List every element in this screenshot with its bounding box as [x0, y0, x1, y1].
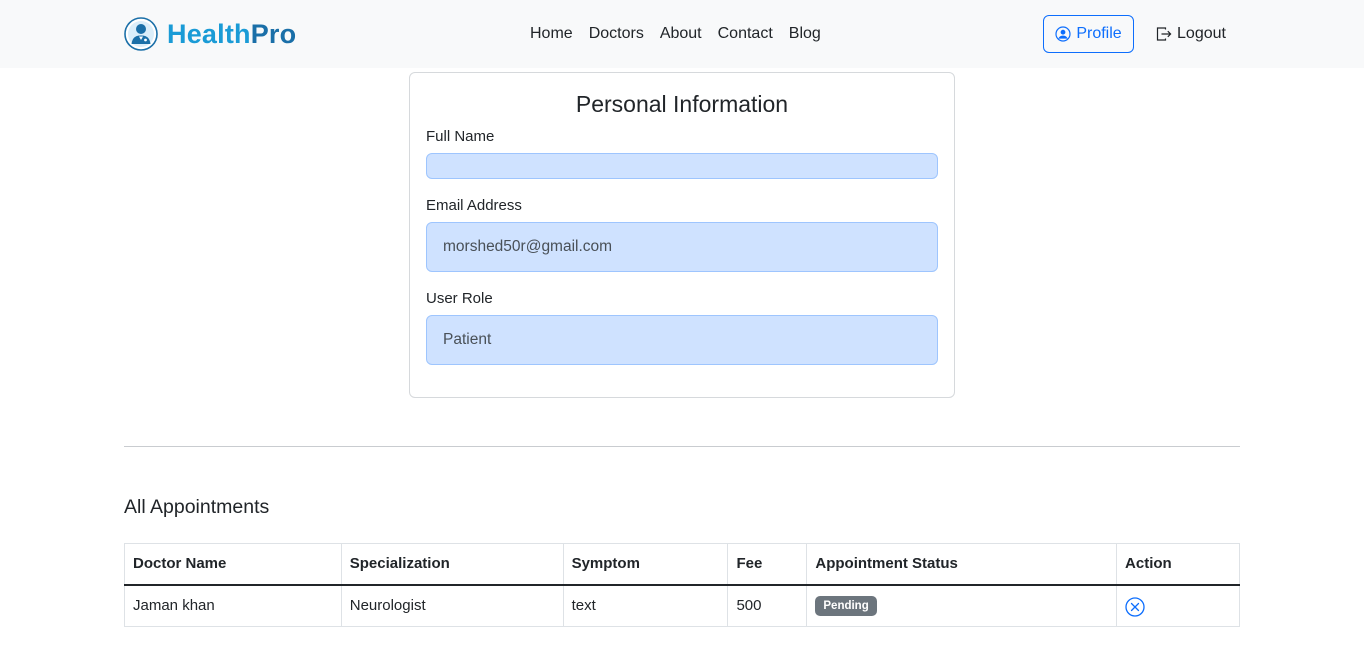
email-label: Email Address — [426, 197, 522, 214]
nav-link-doctors[interactable]: Doctors — [581, 22, 652, 46]
full-name-label: Full Name — [426, 128, 495, 145]
cancel-circle-icon[interactable] — [1125, 597, 1145, 617]
profile-button[interactable]: Profile — [1043, 15, 1134, 53]
nav-link-about[interactable]: About — [652, 22, 710, 46]
doctor-avatar-icon — [124, 17, 158, 51]
cell-doctor-name: Jaman khan — [124, 584, 342, 627]
cell-specialization: Neurologist — [340, 584, 564, 627]
logout-button-label: Logout — [1177, 25, 1226, 42]
personal-info-title: Personal Information — [575, 91, 789, 117]
user-role-field[interactable] — [426, 315, 938, 365]
column-header-specialization: Specialization — [340, 543, 564, 586]
nav-link-home[interactable]: Home — [522, 22, 581, 46]
nav-link-contact[interactable]: Contact — [710, 22, 781, 46]
user-circle-icon — [1055, 26, 1071, 42]
cell-status: Pending — [806, 584, 1118, 627]
nav-links: Home Doctors About Contact Blog — [522, 22, 829, 46]
full-name-field[interactable] — [426, 153, 938, 179]
column-header-doctor-name: Doctor Name — [124, 543, 342, 586]
profile-button-label: Profile — [1076, 25, 1122, 42]
table-header-row: Doctor Name Specialization Symptom Fee A… — [124, 543, 1240, 586]
column-header-symptom: Symptom — [562, 543, 729, 586]
personal-info-card: Personal Information Full Name Email Add… — [409, 72, 955, 398]
column-header-action: Action — [1116, 543, 1240, 586]
brand-name: HealthPro — [167, 18, 297, 49]
appointments-table: Doctor Name Specialization Symptom Fee A… — [124, 543, 1240, 627]
navbar: HealthPro Home Doctors About Contact Blo… — [0, 0, 1364, 68]
cell-fee: 500 — [727, 584, 808, 627]
column-header-fee: Fee — [727, 543, 808, 586]
user-role-label: User Role — [426, 290, 493, 307]
appointments-title: All Appointments — [124, 496, 270, 518]
cell-symptom: text — [562, 584, 729, 627]
status-badge: Pending — [815, 595, 877, 616]
logout-icon — [1156, 27, 1172, 41]
email-field[interactable] — [426, 222, 938, 272]
brand[interactable]: HealthPro — [124, 16, 296, 52]
table-row: Jaman khan Neurologist text 500 Pending — [124, 584, 1240, 627]
column-header-appointment-status: Appointment Status — [806, 543, 1118, 586]
section-divider — [124, 446, 1240, 447]
nav-link-blog[interactable]: Blog — [781, 22, 829, 46]
logout-button[interactable]: Logout — [1145, 15, 1237, 53]
cell-action — [1116, 584, 1240, 627]
